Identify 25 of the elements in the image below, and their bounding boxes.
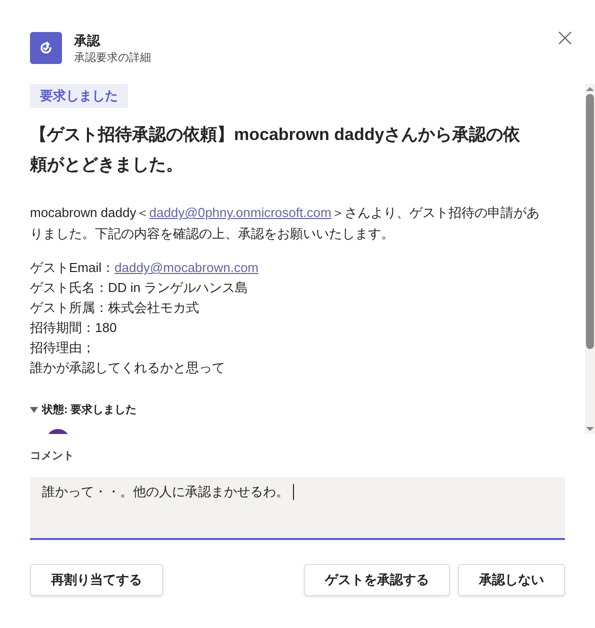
- action-button[interactable]: 承認しない: [458, 564, 565, 596]
- request-heading: 【ゲスト招待承認の依頼】mocabrown daddyさんから承認の依頼がとどきました。: [30, 124, 522, 176]
- detail-line: ゲスト所属：株式会社モカ式: [30, 299, 200, 317]
- comment-label: コメント: [30, 449, 75, 464]
- detail-line: 招待理由；: [30, 339, 96, 357]
- status-toggle[interactable]: 状態: 要求しました: [30, 402, 137, 418]
- detail-line: 誰かが承認してくれるかと思って: [30, 359, 226, 377]
- dialog-title: 承認: [74, 32, 102, 50]
- status-badge: 要求しました: [30, 84, 128, 108]
- detail-line: 招待期間：180: [30, 319, 118, 337]
- action-button[interactable]: 再割り当てする: [30, 564, 163, 596]
- scroll-down-icon[interactable]: [586, 424, 594, 434]
- detail-line: ゲストEmail：: [30, 259, 115, 277]
- comment-field[interactable]: 誰かって・・。他の人に承認まかせるわ。: [30, 476, 565, 540]
- close-icon[interactable]: [557, 30, 573, 46]
- action-button[interactable]: ゲストを承認する: [304, 564, 450, 596]
- app-icon: [30, 32, 62, 64]
- caret-icon: [30, 407, 38, 414]
- scroll-up-icon[interactable]: [586, 84, 594, 94]
- detail-line: ゲスト氏名：DD in ランゲルハンス島: [30, 279, 250, 297]
- scrollbar-thumb[interactable]: [586, 94, 594, 349]
- dialog-subtitle: 承認要求の詳細: [74, 51, 152, 66]
- request-message: mocabrown daddy＜daddy@0phny.onmicrosoft.com＞さんより、ゲスト招待の申請がありました。下記の内容を確認の上、承認をお願いいたします。: [30, 204, 540, 243]
- email-link[interactable]: daddy@0phny.onmicrosoft.com: [149, 205, 332, 220]
- email-link[interactable]: daddy@mocabrown.com: [114, 258, 258, 278]
